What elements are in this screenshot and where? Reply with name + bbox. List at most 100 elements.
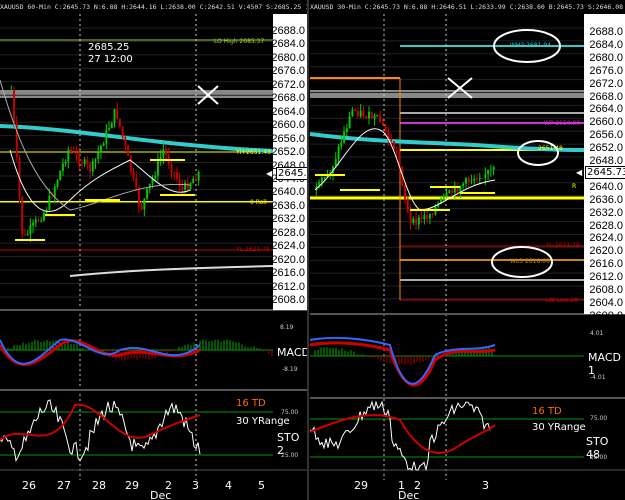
td-label: 16 TD xyxy=(236,398,266,409)
candle-body xyxy=(451,190,454,193)
price-tick: 2676.0 xyxy=(589,64,623,77)
candle-body xyxy=(170,164,173,173)
candle-body xyxy=(473,178,476,181)
candle-body xyxy=(80,164,83,166)
candle-body xyxy=(184,182,187,190)
candle-body xyxy=(67,149,70,162)
price-tick: 2620.0 xyxy=(589,245,623,258)
candle-body xyxy=(476,178,478,180)
price-tick: 2636.0 xyxy=(589,193,623,206)
x-month-label: Dec xyxy=(398,489,420,500)
candle-body xyxy=(359,110,362,117)
candle-body xyxy=(417,217,420,225)
candle-body xyxy=(148,183,151,189)
ma-slow-line xyxy=(0,79,191,211)
candle-body xyxy=(102,143,105,146)
ma-cyan-line xyxy=(0,124,274,153)
price-tick: 2628.0 xyxy=(589,219,623,232)
price-tick: 2668.0 xyxy=(589,90,623,103)
macd-tick-top: 8.19 xyxy=(280,324,294,331)
yl-label: YL 2621.79 xyxy=(236,246,270,253)
candle-body xyxy=(89,163,92,172)
candle-body xyxy=(91,161,94,172)
sto-k-line xyxy=(0,399,201,463)
wl3-label: WL3 2618.06 xyxy=(510,258,550,265)
candle-body xyxy=(48,195,51,210)
price-tick: 2600.0 xyxy=(589,309,623,322)
x-label: 4 xyxy=(225,479,232,492)
candle-body xyxy=(40,220,43,222)
price-tick: 2684.0 xyxy=(271,38,305,51)
price-tick: 2616.0 xyxy=(271,267,305,280)
candle-body xyxy=(462,183,465,187)
price-tick: 2664.0 xyxy=(271,105,305,118)
chart-60min-panel[interactable]: XAUUSD 60-Min C:2645.73 N:6.88 H:2644.16… xyxy=(0,0,309,500)
candle-body xyxy=(121,126,124,138)
candle-body xyxy=(70,149,73,152)
candle-body xyxy=(197,171,200,181)
candle-body xyxy=(154,175,157,178)
price-tick: 2656.0 xyxy=(589,129,623,142)
macd-label: MACD xyxy=(277,346,309,359)
candle-body xyxy=(29,225,32,235)
candle-body xyxy=(37,219,40,222)
candle-body xyxy=(146,188,149,199)
candle-body xyxy=(189,183,192,190)
price-tick: 2608.0 xyxy=(271,294,305,306)
candle-body xyxy=(348,116,351,129)
price-tick: 2660.0 xyxy=(271,119,305,132)
price-tick: 2640.0 xyxy=(271,186,305,199)
sto-tick-25: 25.00 xyxy=(590,454,608,461)
last-price-box: 2645.73 xyxy=(585,166,625,179)
wh3-label: WH3 2681.94 xyxy=(510,42,551,49)
candle-body xyxy=(175,172,178,180)
x-label: 27 xyxy=(57,479,71,492)
candle-body xyxy=(59,170,62,181)
candle-body xyxy=(354,109,357,112)
candle-body xyxy=(108,128,111,130)
price-tick: 2612.0 xyxy=(271,280,305,293)
chart-30min-panel[interactable]: XAUUSD 30-Min C:2645.73 N:6.88 H:2646.51… xyxy=(310,0,625,500)
price-tick: 2668.0 xyxy=(271,92,305,105)
price-tick: 2672.0 xyxy=(589,77,623,90)
candle-body xyxy=(442,196,445,199)
macd-tick-top: 4.01 xyxy=(590,330,604,337)
macd-tick-bottom: -8.19 xyxy=(282,366,298,373)
x-month-label: Dec xyxy=(150,489,172,500)
x-label: 3 xyxy=(482,479,489,492)
candle-body xyxy=(21,196,24,235)
candle-body xyxy=(32,222,35,226)
candle-body xyxy=(428,213,431,219)
candle-body xyxy=(186,182,189,190)
lw-low-label: LW Low 28 xyxy=(546,297,578,304)
yrange-label: 30 YRange xyxy=(236,416,290,427)
candle-body xyxy=(26,234,29,236)
yh-label: 2651.48 xyxy=(538,145,563,152)
sto-tick-75: 75.00 xyxy=(281,409,299,416)
candle-body xyxy=(194,178,197,181)
candle-body xyxy=(492,167,495,170)
candle-body xyxy=(105,129,108,144)
lo-high-label: LO High 2685.37 xyxy=(214,38,265,45)
candle-body xyxy=(356,111,359,117)
candle-body xyxy=(334,158,337,167)
price-tick: 2680.0 xyxy=(271,51,305,64)
candle-body xyxy=(362,110,365,117)
price-tick: 2608.0 xyxy=(589,284,623,296)
candle-body xyxy=(323,176,326,178)
price-tick: 2680.0 xyxy=(589,51,623,64)
candle-body xyxy=(34,219,37,223)
price-pointer-icon: ◀ xyxy=(266,169,273,178)
candle-body xyxy=(110,123,113,129)
candle-body xyxy=(156,160,159,176)
candle-body xyxy=(181,186,184,190)
x-label: 26 xyxy=(22,479,36,492)
candle-body xyxy=(135,177,138,188)
candle-body xyxy=(426,215,429,219)
candle-body xyxy=(381,121,384,125)
price-tick: 2640.0 xyxy=(589,180,623,193)
price-tick: 2616.0 xyxy=(589,258,623,271)
crosshair-time: 27 12:00 xyxy=(88,54,133,65)
candle-body xyxy=(478,177,481,180)
candle-body xyxy=(75,152,78,155)
